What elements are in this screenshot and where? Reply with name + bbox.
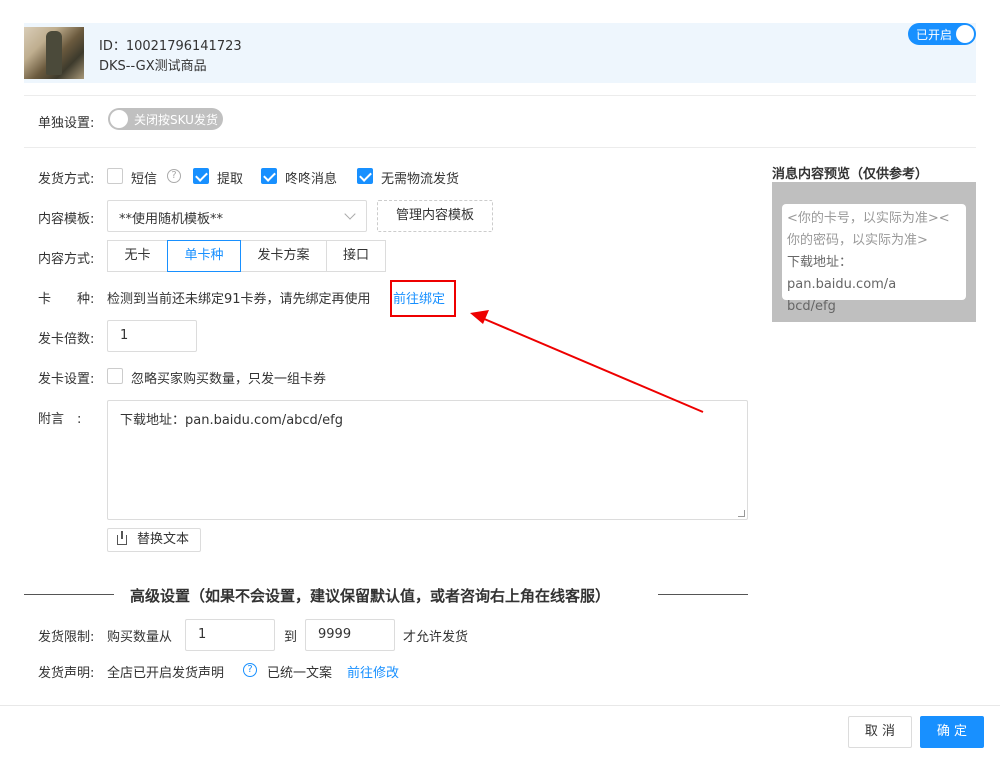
card-type-label: 卡 种: [38, 292, 95, 307]
no-logistics-checkbox[interactable] [357, 168, 373, 184]
product-name: DKS--GX测试商品 [99, 59, 207, 74]
chevron-down-icon [344, 208, 356, 220]
product-thumbnail [24, 27, 84, 79]
divider [24, 147, 976, 148]
toggle-label: 已开启 [916, 28, 953, 42]
sms-checkbox[interactable] [107, 168, 123, 184]
preview-line: <你的卡号，以实际为准>< [787, 211, 950, 226]
delivery-statement-text: 全店已开启发货声明 [107, 666, 225, 681]
delivery-limit-label: 发货限制: [38, 630, 95, 645]
card-multiplier-label: 发卡倍数: [38, 332, 95, 347]
product-status-toggle[interactable]: 已开启 [908, 23, 976, 45]
advanced-settings-title: 高级设置（如果不会设置，建议保留默认值，或者咨询右上角在线客服） [130, 587, 611, 605]
footer-divider [0, 705, 1000, 706]
preview-card: <你的卡号，以实际为准>< 你的密码，以实际为准> 下载地址：pan.baidu… [782, 204, 966, 314]
quantity-from-input[interactable]: 1 [185, 619, 275, 651]
delivery-statement-status: 已统一文案 [267, 666, 333, 681]
dongdong-checkbox[interactable] [261, 168, 277, 184]
preview-line: bcd/efg [787, 299, 836, 314]
template-select-value: **使用随机模板** [119, 212, 224, 227]
help-icon[interactable]: ? [167, 169, 181, 183]
ignore-quantity-label: 忽略买家购买数量，只发一组卡券 [131, 372, 327, 387]
preview-line: 下载地址：pan.baidu.com/a [787, 255, 897, 292]
option-no-card[interactable]: 无卡 [107, 240, 168, 272]
card-multiplier-input[interactable]: 1 [107, 320, 197, 352]
preview-panel: <你的卡号，以实际为准>< 你的密码，以实际为准> 下载地址：pan.baidu… [772, 182, 976, 322]
content-template-label: 内容模板: [38, 212, 95, 227]
note-textarea[interactable]: 下载地址：pan.baidu.com/abcd/efg [107, 400, 748, 520]
section-line [658, 594, 748, 595]
cancel-button[interactable]: 取 消 [848, 716, 912, 748]
single-setting-label: 单独设置: [38, 116, 95, 131]
section-line [24, 594, 114, 595]
option-single-card[interactable]: 单卡种 [167, 240, 241, 272]
content-method-segmented: 无卡 单卡种 发卡方案 接口 [107, 240, 386, 272]
manage-template-button[interactable]: 管理内容模板 [377, 200, 493, 232]
extract-checkbox[interactable] [193, 168, 209, 184]
option-api[interactable]: 接口 [326, 240, 386, 272]
product-bar: ID：10021796141723 DKS--GX测试商品 已开启 [24, 23, 976, 83]
card-setting-label: 发卡设置: [38, 372, 95, 387]
preview-title: 消息内容预览（仅供参考） [772, 167, 929, 182]
extract-label: 提取 [217, 172, 244, 187]
upload-icon [117, 531, 127, 545]
delivery-limit-to-label: 到 [284, 630, 298, 645]
ignore-quantity-checkbox[interactable] [107, 368, 123, 384]
note-label: 附言 : [38, 412, 82, 427]
confirm-button[interactable]: 确 定 [920, 716, 984, 748]
card-type-message: 检测到当前还未绑定91卡券，请先绑定再使用 [107, 292, 371, 307]
replace-text-button[interactable]: 替换文本 [107, 528, 201, 552]
delivery-limit-suffix: 才允许发货 [403, 630, 469, 645]
divider [24, 95, 976, 96]
no-logistics-label: 无需物流发货 [381, 172, 460, 187]
sms-label: 短信 [131, 172, 158, 187]
note-text: 下载地址：pan.baidu.com/abcd/efg [120, 413, 344, 428]
delivery-method-label: 发货方式: [38, 172, 95, 187]
toggle-label: 关闭按SKU发货 [134, 113, 218, 127]
preview-line: 你的密码，以实际为准> [787, 233, 928, 248]
toggle-knob [110, 110, 128, 128]
option-card-plan[interactable]: 发卡方案 [240, 240, 327, 272]
resize-handle-icon[interactable] [738, 510, 745, 517]
template-select[interactable]: **使用随机模板** [107, 200, 367, 232]
delivery-statement-label: 发货声明: [38, 666, 95, 681]
product-id: ID：10021796141723 [99, 39, 242, 54]
annotation-highlight-box [390, 280, 456, 317]
replace-text-label: 替换文本 [137, 532, 190, 547]
sku-delivery-toggle[interactable]: 关闭按SKU发货 [108, 108, 223, 130]
delivery-limit-prefix: 购买数量从 [107, 630, 173, 645]
content-method-label: 内容方式: [38, 252, 95, 267]
quantity-to-input[interactable]: 9999 [305, 619, 395, 651]
help-icon[interactable]: ? [243, 663, 257, 677]
modify-link[interactable]: 前往修改 [347, 662, 399, 681]
dongdong-label: 咚咚消息 [285, 172, 338, 187]
toggle-knob [956, 25, 974, 43]
